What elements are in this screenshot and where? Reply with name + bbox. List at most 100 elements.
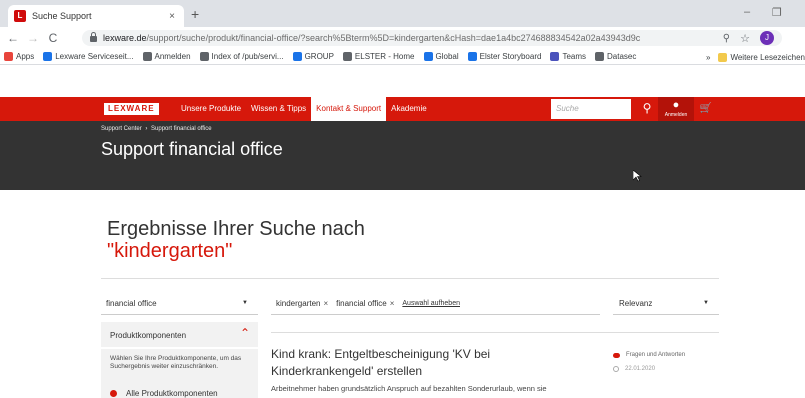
bookmark-label: Lexware Serviceseit... bbox=[55, 52, 134, 61]
login-label: Anmelden bbox=[664, 112, 688, 118]
filter-chip[interactable]: kindergarten × bbox=[276, 299, 328, 308]
bookmarks-bar: Apps Lexware Serviceseit... Anmelden Index … bbox=[0, 49, 805, 65]
profile-avatar[interactable]: J bbox=[760, 31, 774, 45]
page-title: Support financial office bbox=[101, 139, 283, 159]
reload-icon[interactable]: C bbox=[44, 31, 62, 45]
minimize-icon[interactable]: – bbox=[744, 6, 750, 18]
other-bookmarks[interactable]: Weitere Lesezeichen bbox=[730, 53, 805, 62]
bookmark-icon bbox=[43, 52, 53, 61]
restore-icon[interactable]: ❐ bbox=[772, 6, 782, 19]
zoom-icon[interactable]: ⚲ bbox=[723, 33, 730, 44]
lexware-logo[interactable]: LEXWARE bbox=[104, 103, 159, 115]
breadcrumb-item-support-center[interactable]: Support Center bbox=[101, 126, 142, 132]
divider bbox=[271, 332, 719, 333]
divider bbox=[101, 278, 719, 279]
bookmark-label: ELSTER - Home bbox=[354, 52, 415, 61]
sort-select[interactable]: Relevanz ▼ bbox=[613, 292, 719, 315]
nav-link[interactable]: Kontakt & Support bbox=[311, 97, 387, 121]
bookmark-item[interactable]: Apps bbox=[4, 52, 34, 61]
hero-banner: Support Center › Support financial offic… bbox=[0, 121, 805, 190]
clear-selection-link[interactable]: Auswahl aufheben bbox=[402, 300, 460, 307]
lock-icon bbox=[90, 32, 97, 42]
bookmark-icon bbox=[142, 52, 152, 61]
result-date-label: 22.01.2020 bbox=[625, 366, 656, 372]
panel-divider bbox=[101, 347, 258, 349]
bookmark-icon bbox=[467, 52, 477, 61]
forward-icon[interactable]: → bbox=[24, 31, 42, 45]
bookmark-item[interactable]: Datasec bbox=[595, 52, 636, 61]
results-heading: Ergebnisse Ihrer Suche nach "kindergarte… bbox=[107, 218, 365, 262]
caret-down-icon: ▼ bbox=[703, 300, 709, 306]
bookmark-item[interactable]: GROUP bbox=[292, 52, 334, 61]
panel-title[interactable]: Produktkomponenten bbox=[110, 331, 186, 340]
active-filters: kindergarten × financial office × Auswahl … bbox=[271, 292, 600, 315]
bookmark-icon bbox=[595, 52, 604, 61]
chevron-up-icon[interactable]: ⌃ bbox=[240, 326, 250, 340]
sort-select-value: Relevanz bbox=[619, 299, 653, 308]
bookmark-label: Anmelden bbox=[154, 52, 191, 61]
folder-icon bbox=[718, 52, 728, 62]
bookmark-item[interactable]: Global bbox=[423, 52, 459, 61]
url-host: lexware.de bbox=[103, 33, 147, 43]
more-bookmarks-icon[interactable]: » bbox=[706, 53, 710, 62]
speech-bubble-icon bbox=[613, 352, 620, 358]
remove-chip-icon[interactable]: × bbox=[390, 299, 395, 308]
nav-link[interactable]: Wissen & Tipps bbox=[246, 97, 311, 121]
nav-link[interactable]: Akademie bbox=[386, 97, 432, 121]
back-icon[interactable]: ← bbox=[4, 31, 22, 45]
url-field[interactable]: lexware.de/support/suche/produkt/financi… bbox=[82, 30, 782, 46]
tab-close-icon[interactable]: × bbox=[166, 11, 178, 22]
bookmark-item[interactable]: ELSTER - Home bbox=[342, 52, 415, 61]
filter-chip[interactable]: financial office × bbox=[336, 299, 394, 308]
breadcrumb-item-current: Support financial office bbox=[151, 126, 212, 132]
bookmark-icon bbox=[199, 52, 209, 61]
browser-tab[interactable]: L Suche Support × bbox=[8, 5, 184, 27]
main-menu: Unsere Produkte Wissen & Tipps Kontakt & S… bbox=[176, 97, 432, 121]
radio-all-components[interactable]: Alle Produktkomponenten bbox=[110, 389, 218, 398]
radio-selected-icon bbox=[110, 390, 117, 398]
bookmark-item[interactable]: Teams bbox=[550, 52, 586, 61]
bookmark-item[interactable]: Elster Storyboard bbox=[467, 52, 541, 61]
address-bar: ← → C lexware.de/support/suche/produkt/f… bbox=[0, 27, 805, 49]
bookmark-label: GROUP bbox=[304, 52, 334, 61]
bookmark-label: Index of /pub/servi... bbox=[211, 52, 284, 61]
lexware-favicon-icon: L bbox=[14, 10, 26, 22]
mouse-cursor-icon bbox=[633, 170, 642, 182]
product-select[interactable]: financial office ▼ bbox=[101, 292, 258, 315]
result-type: Fragen und Antworten bbox=[613, 352, 685, 358]
user-icon: ● bbox=[672, 99, 680, 111]
filter-chip-label: financial office bbox=[336, 298, 387, 308]
breadcrumb: Support Center › Support financial offic… bbox=[101, 126, 212, 132]
cart-icon[interactable]: 🛒 bbox=[697, 97, 715, 121]
login-button[interactable]: ● Anmelden bbox=[658, 97, 694, 121]
component-filter-panel: Produktkomponenten ⌃ Wählen Sie Ihre Pro… bbox=[101, 322, 258, 398]
tab-title: Suche Support bbox=[32, 11, 92, 21]
search-term: "kindergarten" bbox=[107, 240, 233, 262]
filter-chip-label: kindergarten bbox=[276, 298, 321, 308]
nav-link[interactable]: Unsere Produkte bbox=[176, 97, 246, 121]
bookmark-item[interactable]: Anmelden bbox=[142, 52, 191, 61]
breadcrumb-separator: › bbox=[145, 126, 148, 132]
bookmark-label: Apps bbox=[16, 52, 35, 61]
remove-chip-icon[interactable]: × bbox=[323, 299, 328, 308]
result-title-link[interactable]: Kind krank: Entgeltbescheinigung 'KV bei… bbox=[271, 346, 591, 380]
result-snippet: Arbeitnehmer haben grundsätzlich Anspruc… bbox=[271, 384, 547, 393]
bookmark-label: Teams bbox=[562, 52, 586, 61]
panel-description: Wählen Sie Ihre Produktkomponente, um da… bbox=[110, 355, 242, 370]
bookmark-label: Global bbox=[435, 52, 459, 61]
search-icon[interactable]: ⚲ bbox=[637, 97, 657, 121]
site-search-input[interactable]: Suche bbox=[551, 99, 631, 119]
bookmark-icon bbox=[4, 52, 13, 61]
bookmark-item[interactable]: Lexware Serviceseit... bbox=[43, 52, 134, 61]
results-heading-text: Ergebnisse Ihrer Suche nach bbox=[107, 218, 365, 240]
bookmark-star-icon[interactable]: ☆ bbox=[740, 32, 750, 45]
new-tab-button[interactable]: + bbox=[191, 6, 199, 22]
bookmark-item[interactable]: Index of /pub/servi... bbox=[199, 52, 284, 61]
bookmark-label: Datasec bbox=[607, 52, 637, 61]
result-type-label: Fragen und Antworten bbox=[626, 352, 686, 358]
result-date: 22.01.2020 bbox=[613, 366, 655, 372]
bookmark-icon bbox=[423, 52, 433, 61]
radio-label: Alle Produktkomponenten bbox=[126, 389, 218, 398]
browser-tabstrip: L Suche Support × + – ❐ bbox=[0, 0, 805, 27]
url-path: /support/suche/produkt/financial-office/… bbox=[146, 33, 641, 43]
